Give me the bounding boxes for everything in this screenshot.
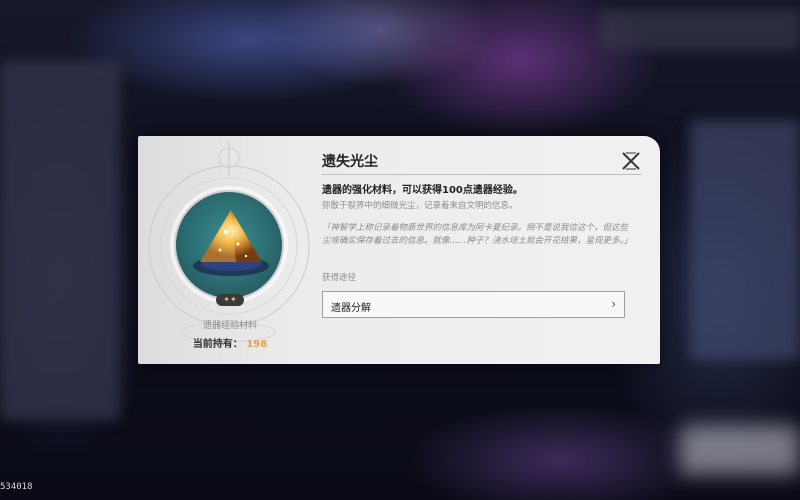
item-detail-modal: ✦✦ 遗器经验材料 当前持有： 198 遗失光尘 遗器的强化材料，可以获得100…: [138, 136, 660, 364]
close-button[interactable]: [620, 150, 642, 172]
source-label: 获得途径: [322, 273, 357, 283]
background-panel-right: [690, 120, 800, 360]
item-icon: [174, 190, 284, 300]
item-type-label: 遗器经验材料: [202, 321, 257, 331]
background-panel-left: [0, 60, 120, 420]
item-lore: 「神智学上称记录着物质世界的信息库为阿卡夏纪录。倒不是说我信这个，但这些尘埃确实…: [322, 223, 633, 246]
item-effect: 遗器的强化材料，可以获得100点遗器经验。: [322, 185, 523, 196]
source-button-label: 遗器分解: [331, 303, 371, 314]
uid-label: 534018: [0, 482, 33, 492]
owned-count: 198: [246, 339, 268, 350]
star-icon: ✦✦: [223, 295, 237, 304]
background-topbar-blur: [600, 10, 800, 50]
owned-label: 当前持有：: [192, 339, 243, 350]
item-description: 弥散于裂界中的细微光尘，记录着来自文明的信息。: [322, 201, 518, 211]
rarity-badge: ✦✦: [216, 294, 244, 306]
item-title: 遗失光尘: [322, 154, 378, 170]
source-relic-salvage-button[interactable]: 遗器分解 ›: [322, 291, 625, 318]
owned-count-row: 当前持有： 198: [178, 335, 282, 350]
chevron-right-icon: ›: [611, 297, 616, 311]
title-divider: [322, 174, 642, 175]
close-icon: [622, 152, 640, 170]
background-button-blur: [680, 425, 800, 475]
